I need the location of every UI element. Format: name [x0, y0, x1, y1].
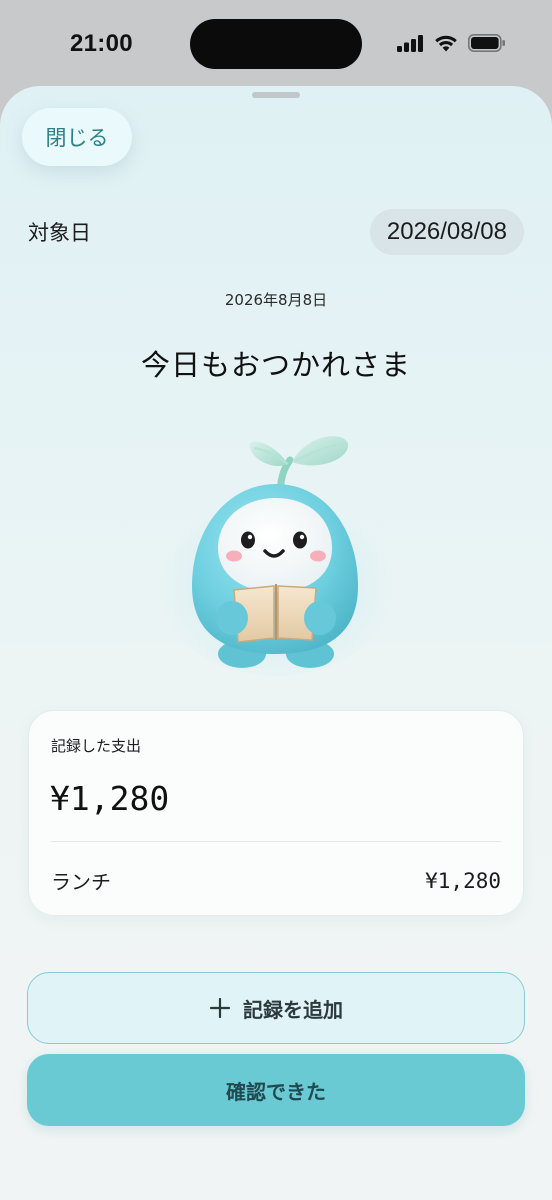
- add-record-label: 記録を追加: [243, 997, 343, 1022]
- greeting-headline: 今日もおつかれさま: [140, 348, 411, 382]
- bottom-sheet: 閉じる 対象日 2026/08/08 2026年8月8日 今日もおつかれさま 記…: [0, 86, 552, 1200]
- dynamic-island: [190, 19, 362, 69]
- expense-summary-card: 記録した支出 ¥1,280 ランチ ¥1,280: [28, 710, 524, 916]
- date-picker-button[interactable]: 2026/08/08: [369, 209, 524, 255]
- add-record-button[interactable]: 記録を追加: [27, 972, 525, 1044]
- expense-item-amount: ¥1,280: [425, 868, 501, 893]
- mascot-illustration: [156, 436, 396, 676]
- target-date-label: 対象日: [28, 221, 91, 245]
- wifi-icon: [435, 35, 457, 52]
- card-title: 記録した支出: [51, 737, 142, 755]
- close-button[interactable]: 閉じる: [22, 108, 132, 166]
- expense-item-row[interactable]: ランチ ¥1,280: [51, 866, 501, 895]
- sheet-grabber[interactable]: [252, 92, 300, 98]
- target-date-row: 対象日 2026/08/08: [28, 209, 524, 255]
- expense-item-label: ランチ: [51, 870, 111, 894]
- status-icons: [397, 34, 506, 52]
- divider: [51, 841, 501, 842]
- cellular-signal-icon: [397, 34, 423, 52]
- status-bar: 21:00: [0, 0, 552, 86]
- battery-icon: [468, 34, 505, 52]
- plus-icon: [209, 997, 231, 1019]
- confirm-label: 確認できた: [226, 1079, 326, 1104]
- date-caption: 2026年8月8日: [224, 291, 328, 309]
- status-time: 21:00: [70, 30, 133, 57]
- expense-total: ¥1,280: [50, 779, 170, 818]
- confirm-button[interactable]: 確認できた: [27, 1054, 525, 1126]
